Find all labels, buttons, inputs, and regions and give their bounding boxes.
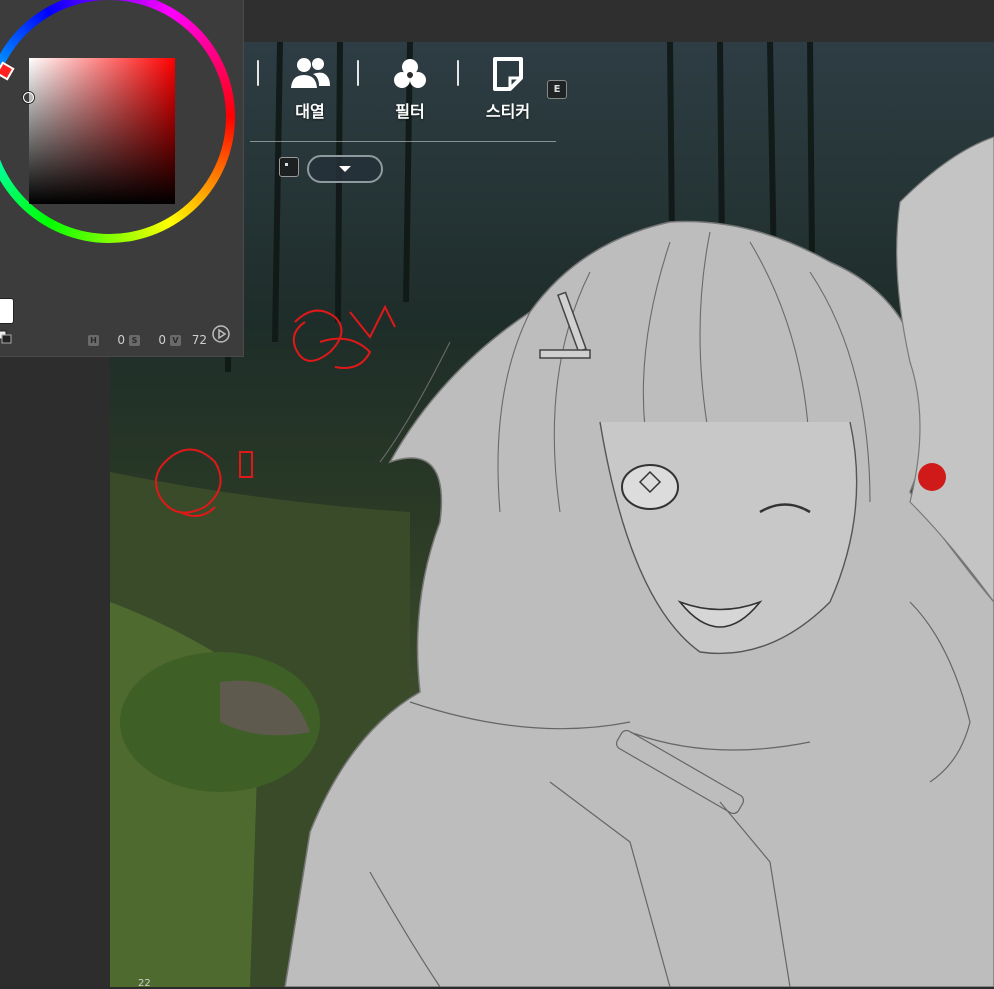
chevron-down-icon [339, 166, 351, 172]
menu-separator [357, 60, 359, 86]
color-panel: H 0 S 0 V 72 [0, 0, 244, 357]
play-icon[interactable] [212, 325, 230, 343]
saturation-value: 0 [158, 333, 166, 347]
foreground-color-swatch[interactable] [0, 298, 14, 324]
hsv-readout: H 0 S 0 V 72 [84, 333, 207, 347]
sticker-icon [493, 57, 523, 91]
menu-separator [257, 60, 259, 86]
hue-tag: H [88, 334, 99, 346]
menu-label-filter: 필터 [395, 102, 425, 121]
toggle-button[interactable] [279, 157, 299, 177]
saturation-value-square[interactable] [29, 58, 175, 204]
menu-item-sticker[interactable]: 스티커 [468, 54, 548, 132]
menu-divider [250, 141, 556, 142]
party-icon [291, 58, 330, 88]
hotkey-badge: E [547, 80, 567, 99]
menu-item-party[interactable]: 대열 [270, 54, 350, 132]
value-value: 72 [191, 333, 207, 347]
saturation-tag: S [129, 334, 140, 346]
swap-colors-icon[interactable] [0, 330, 12, 344]
color-picker-cursor[interactable] [23, 92, 34, 103]
hue-value: 0 [117, 333, 125, 347]
filter-icon [394, 59, 426, 88]
menu-label-sticker: 스티커 [485, 102, 531, 121]
menu-separator [457, 60, 459, 86]
value-tag: V [170, 334, 181, 346]
menu-item-filter[interactable]: 필터 [370, 54, 450, 132]
menu-label-party: 대열 [295, 102, 325, 121]
expand-dropdown-button[interactable] [307, 155, 383, 183]
zoom-readout: 22 [138, 978, 151, 989]
